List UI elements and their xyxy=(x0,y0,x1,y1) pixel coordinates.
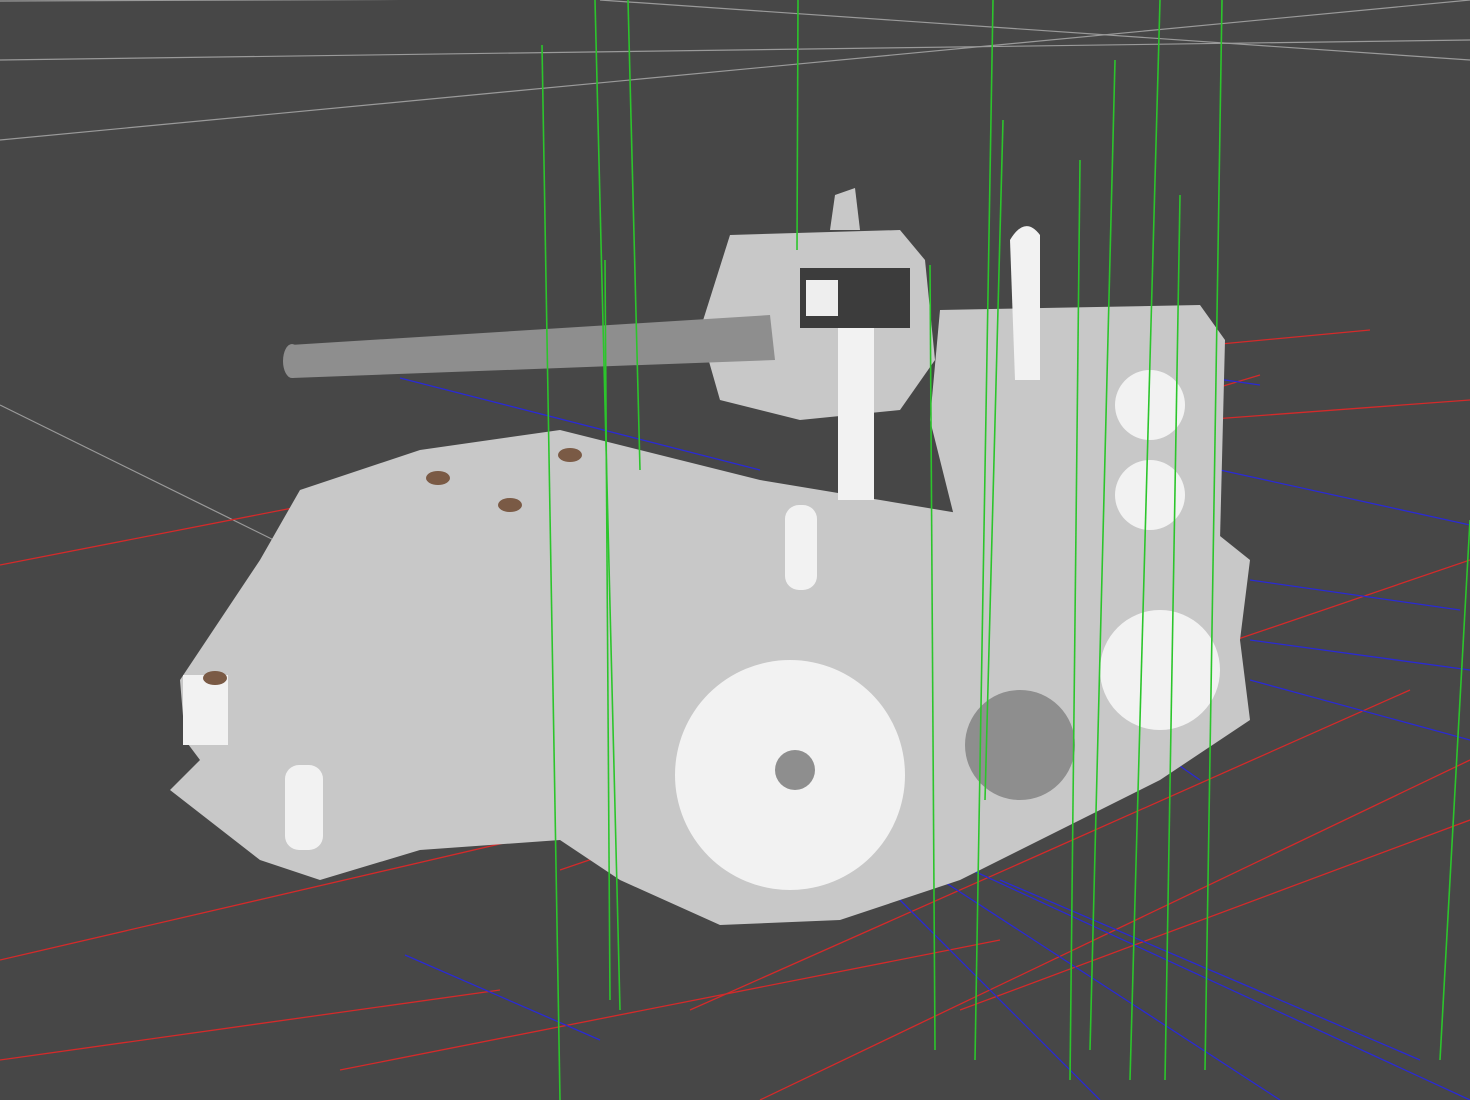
bolt xyxy=(203,671,227,685)
rear-wheel xyxy=(1100,610,1220,730)
mid-lamp xyxy=(785,505,817,590)
gun-muzzle xyxy=(283,344,301,378)
drive-wheel-hub xyxy=(775,750,815,790)
scene xyxy=(0,0,1470,1100)
sensor-window xyxy=(806,280,838,316)
bolt xyxy=(426,471,450,485)
side-lamp xyxy=(285,765,323,850)
exhaust-pipe xyxy=(1010,226,1040,380)
bolt xyxy=(498,498,522,512)
bolt xyxy=(558,448,582,462)
headlight-box xyxy=(183,675,228,745)
3d-viewport[interactable] xyxy=(0,0,1470,1100)
y-axis-line xyxy=(796,0,799,251)
sensor-mast xyxy=(838,300,874,500)
